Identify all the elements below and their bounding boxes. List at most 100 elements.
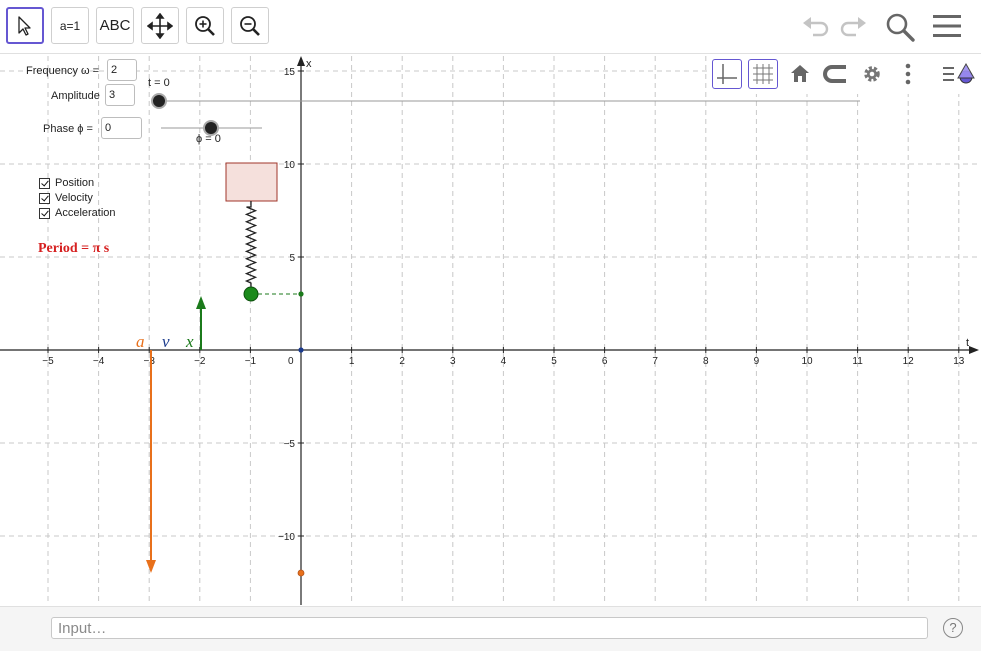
zoom-in-button[interactable]: [186, 7, 224, 44]
x-tick-label: −4: [93, 356, 105, 367]
text-tool-label: ABC: [99, 17, 131, 34]
x-tick-label: 8: [703, 356, 709, 367]
checkbox-icon[interactable]: [39, 192, 50, 204]
magnet-icon: [823, 65, 846, 83]
gear-icon: [864, 66, 880, 82]
grid: [0, 56, 981, 605]
y-tick-label: 10: [284, 160, 296, 171]
x-tick-label: −1: [245, 356, 257, 367]
zoom-out-icon: [240, 15, 260, 36]
acceleration-point: [297, 569, 305, 577]
mass-point[interactable]: [243, 286, 259, 302]
algebra-input[interactable]: [51, 617, 928, 639]
standard-view-button[interactable]: [785, 59, 815, 89]
redo-button[interactable]: [838, 13, 868, 44]
x-tick-label: −2: [194, 356, 206, 367]
zoom-out-button[interactable]: [231, 7, 269, 44]
velocity-label: v: [162, 332, 170, 351]
move-graphics-view-button[interactable]: [141, 7, 179, 44]
phase-slider-label: ϕ = 0: [196, 133, 221, 145]
acceleration-checkbox-label: Acceleration: [55, 207, 116, 219]
undo-button[interactable]: [801, 13, 831, 44]
y-tick-label: −5: [284, 439, 296, 450]
toggle-axes-button[interactable]: [712, 59, 742, 89]
y-tick-label: 15: [284, 67, 296, 78]
x-tick-label: 6: [602, 356, 608, 367]
axes-icon: [717, 64, 737, 84]
position-checkbox-label: Position: [55, 177, 95, 189]
x-tick-label: 9: [754, 356, 760, 367]
y-tick-label: 5: [289, 253, 295, 264]
spring: [244, 201, 258, 287]
position-point: [298, 291, 304, 297]
period-text: Period = π s: [38, 241, 110, 256]
menu-icon: [933, 15, 961, 37]
x-tick-label: 13: [953, 356, 965, 367]
graphics-style-bar: [707, 56, 981, 94]
time-slider-label: t = 0: [148, 77, 170, 89]
x-tick-label: 2: [399, 356, 405, 367]
acceleration-vector-arrowhead: [146, 560, 156, 573]
zoom-in-icon: [195, 15, 215, 36]
main-menu-button[interactable]: [932, 13, 962, 44]
search-button[interactable]: [884, 11, 916, 48]
phase-label: Phase ϕ =: [43, 123, 93, 135]
algebra-toggle-icon: [943, 62, 975, 84]
move-arrows-icon: [147, 12, 173, 39]
x-tick-label: 5: [551, 356, 557, 367]
settings-button[interactable]: [857, 59, 887, 89]
velocity-point: [298, 347, 304, 353]
x-tick-label: 12: [903, 356, 915, 367]
x-tick-label: 10: [801, 356, 813, 367]
position-checkbox[interactable]: Position: [39, 177, 94, 189]
home-icon: [791, 65, 809, 82]
x-tick-label: 4: [501, 356, 507, 367]
x-tick-label: 0: [288, 356, 294, 367]
amplitude-input[interactable]: [105, 84, 135, 106]
y-tick-label: −10: [278, 532, 295, 543]
help-button[interactable]: ?: [943, 618, 963, 638]
amplitude-label: Amplitude: [51, 90, 100, 102]
slider-tool-button[interactable]: a=1: [51, 7, 89, 44]
x-tick-label: −3: [143, 356, 155, 367]
undo-icon: [803, 17, 829, 37]
frequency-label: Frequency ω =: [26, 65, 100, 77]
grid-icon: [753, 64, 773, 84]
point-capturing-button[interactable]: [821, 59, 851, 89]
graphics-view[interactable]: tx −5 −4 −3 −2 −1 0 1 2 3 4 5 6 7 8 9 10 11 12 1315105−5−1…: [0, 54, 981, 605]
acceleration-checkbox[interactable]: Acceleration: [39, 207, 116, 219]
input-bar: ?: [0, 606, 981, 651]
search-icon: [886, 13, 915, 42]
position-label: x: [185, 332, 194, 351]
redo-icon: [840, 17, 866, 37]
frequency-input[interactable]: [107, 59, 137, 81]
mass-block[interactable]: [225, 162, 278, 202]
t-axis-label: t: [966, 337, 969, 349]
toggle-grid-button[interactable]: [748, 59, 778, 89]
text-tool-button[interactable]: ABC: [96, 7, 134, 44]
checkbox-icon[interactable]: [39, 207, 50, 219]
t-axis-arrowhead: [969, 346, 979, 354]
position-vector-arrowhead: [196, 296, 206, 309]
x-tick-label: −5: [42, 356, 54, 367]
x-axis-arrowhead: [297, 56, 305, 66]
cursor-arrow-icon: [18, 15, 31, 36]
acceleration-label: a: [136, 332, 145, 351]
algebra-view-toggle[interactable]: [941, 59, 977, 89]
more-options-button[interactable]: [893, 59, 923, 89]
toolbar: a=1 ABC: [0, 0, 981, 54]
velocity-checkbox[interactable]: Velocity: [39, 192, 93, 204]
x-tick-label: 3: [450, 356, 456, 367]
x-tick-label: 11: [852, 356, 863, 367]
x-axis-label: x: [306, 58, 312, 70]
x-tick-label: 7: [652, 356, 658, 367]
phase-input[interactable]: [101, 117, 142, 139]
axes: tx: [0, 56, 979, 605]
velocity-checkbox-label: Velocity: [55, 192, 93, 204]
x-tick-label: 1: [349, 356, 355, 367]
move-tool-button[interactable]: [6, 7, 44, 44]
slider-tool-label: a=1: [59, 18, 81, 33]
checkbox-icon[interactable]: [39, 177, 50, 189]
time-slider-handle[interactable]: [151, 93, 167, 109]
more-vertical-icon: [905, 63, 911, 85]
